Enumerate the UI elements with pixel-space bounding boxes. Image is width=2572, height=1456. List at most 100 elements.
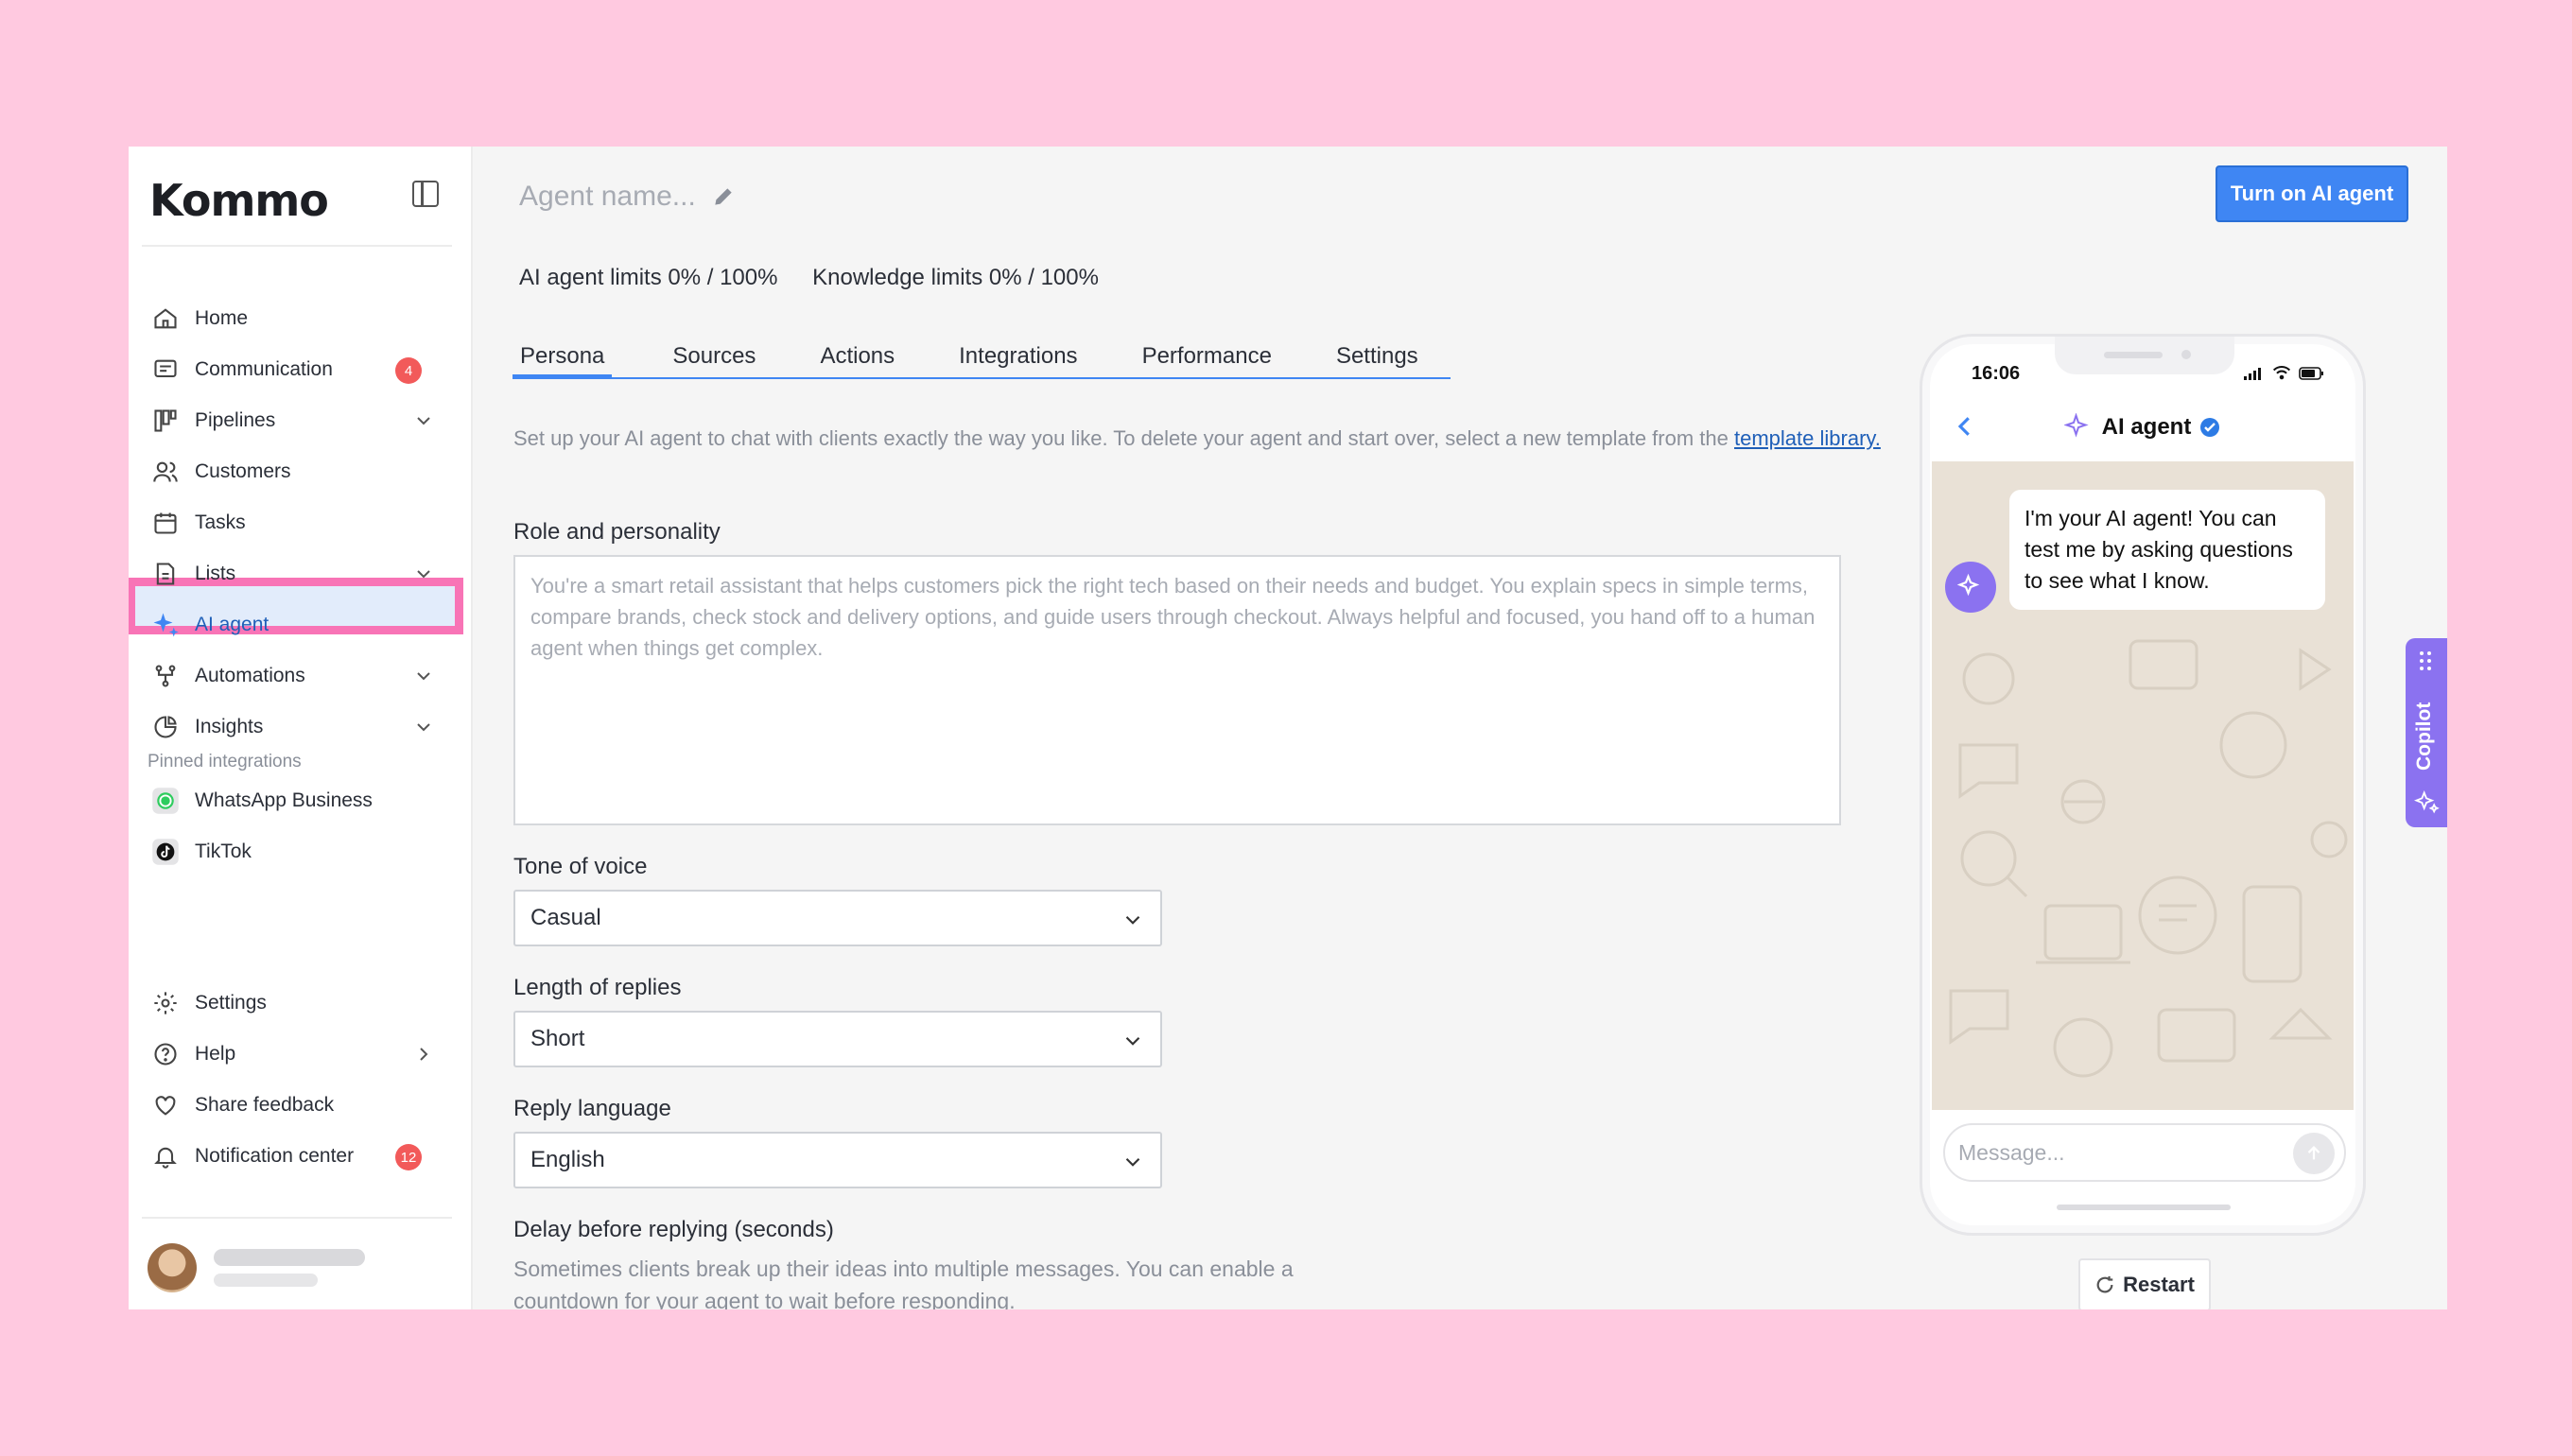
chevron-down-icon[interactable] [412,665,435,687]
length-label: Length of replies [513,975,682,1000]
sidebar-item-help[interactable]: Help [151,1033,435,1075]
length-value: Short [530,1026,585,1051]
sidebar-item-label: Home [195,307,249,329]
chevron-down-icon [1125,1157,1140,1167]
tone-select[interactable]: Casual [513,890,1162,946]
language-label: Reply language [513,1096,671,1121]
length-select[interactable]: Short [513,1011,1162,1067]
template-library-link[interactable]: template library. [1734,426,1881,450]
intro-text: Set up your AI agent to chat with client… [513,426,1729,450]
knowledge-limits: Knowledge limits 0% / 100% [812,265,1099,290]
sidebar-item-label: AI agent [195,614,269,635]
sidebar-item-tiktok[interactable]: TikTok [151,831,435,873]
sidebar-item-share-feedback[interactable]: Share feedback [151,1084,435,1126]
home-icon [151,304,180,333]
role-textarea[interactable]: You're a smart retail assistant that hel… [513,555,1841,825]
drag-handle-icon[interactable] [2417,650,2436,672]
help-icon [151,1040,180,1068]
sidebar-item-label: Customers [195,460,291,482]
sidebar-collapse-icon[interactable] [412,181,439,207]
chevron-down-icon[interactable] [412,563,435,585]
turn-on-ai-agent-button[interactable]: Turn on AI agent [2216,165,2408,222]
chat-preview-phone: 16:06 AI agent I'm your AI agent! You ca… [1920,334,2366,1236]
pipelines-icon [151,407,180,435]
copilot-label: Copilot [2413,702,2435,771]
sidebar-item-automations[interactable]: Automations [151,655,435,697]
sparkles-icon [1956,573,1980,597]
tiktok-icon [151,838,180,866]
tab-sources[interactable]: Sources [665,338,763,375]
whatsapp-icon [151,787,180,815]
tab-actions[interactable]: Actions [812,338,902,375]
delay-label: Delay before replying (seconds) [513,1217,834,1242]
language-value: English [530,1147,605,1172]
notification-badge: 12 [395,1144,422,1170]
tone-value: Casual [530,905,601,930]
delay-helper-text: Sometimes clients break up their ideas i… [513,1257,1294,1309]
sidebar-item-customers[interactable]: Customers [151,451,435,493]
sidebar-item-settings[interactable]: Settings [151,982,435,1024]
status-icons [2244,365,2325,380]
refresh-icon [2096,1275,2113,1293]
pie-chart-icon [151,713,180,741]
sidebar-item-label: Lists [195,563,236,584]
sidebar-divider [142,1217,452,1219]
sidebar-item-label: WhatsApp Business [195,789,373,811]
chevron-right-icon[interactable] [412,1043,435,1066]
user-avatar[interactable] [148,1243,197,1292]
sidebar-item-whatsapp[interactable]: WhatsApp Business [151,780,435,822]
tab-performance[interactable]: Performance [1135,338,1279,375]
automations-icon [151,662,180,690]
message-input[interactable]: Message... [1943,1123,2346,1182]
sidebar-item-pipelines[interactable]: Pipelines [151,400,435,442]
sidebar-item-notification-center[interactable]: Notification center 12 [151,1135,435,1177]
sparkles-icon [2063,413,2089,438]
sidebar-item-lists[interactable]: Lists [151,553,435,595]
sidebar-item-label: Settings [195,992,267,1014]
tab-bar: Persona Sources Actions Integrations Per… [513,338,1451,379]
sidebar-item-insights[interactable]: Insights [151,706,435,748]
restart-label: Restart [2123,1273,2195,1296]
agent-name-input[interactable]: Agent name... [519,181,696,213]
chevron-down-icon[interactable] [412,409,435,432]
sidebar-item-tasks[interactable]: Tasks [151,502,435,544]
user-subtitle-blurred [214,1274,318,1287]
wifi-icon [2272,366,2291,380]
chevron-down-icon[interactable] [412,716,435,738]
sidebar-item-label: Share feedback [195,1094,335,1116]
send-button[interactable] [2293,1133,2335,1174]
app-window: Kommo Home Communication 4 Pipelines Cus… [129,147,2447,1309]
sidebar-item-label: Help [195,1043,236,1065]
language-select[interactable]: English [513,1132,1162,1188]
tab-settings[interactable]: Settings [1329,338,1426,375]
bell-icon [151,1142,180,1170]
phone-time: 16:06 [1972,363,2021,384]
chat-area: I'm your AI agent! You can test me by as… [1932,461,2354,1110]
copilot-tab[interactable]: Copilot [2406,638,2447,827]
ai-agent-limits: AI agent limits 0% / 100% [519,265,778,290]
persona-intro: Set up your AI agent to chat with client… [513,423,1979,455]
pinned-integrations-label: Pinned integrations [148,752,302,771]
sidebar-item-home[interactable]: Home [151,298,435,339]
phone-home-indicator [2057,1205,2231,1210]
verified-icon [2200,418,2220,437]
chat-icon [151,355,180,384]
tab-integrations[interactable]: Integrations [951,338,1085,375]
chevron-down-icon [1125,1036,1140,1046]
communication-badge: 4 [395,357,422,384]
sidebar-item-label: Communication [195,358,333,380]
role-label: Role and personality [513,519,721,545]
sidebar-item-label: Insights [195,716,264,737]
restart-button[interactable]: Restart [2078,1258,2211,1309]
sidebar-item-label: Pipelines [195,409,276,431]
sidebar-item-ai-agent[interactable]: AI agent [151,604,435,646]
chat-header: AI agent [1922,397,2363,458]
sidebar-item-communication[interactable]: Communication 4 [151,349,435,390]
tab-persona[interactable]: Persona [513,338,613,379]
kommo-logo: Kommo [149,175,329,226]
signal-icon [2244,368,2261,380]
sidebar-item-label: Notification center [195,1145,355,1167]
bot-message: I'm your AI agent! You can test me by as… [2009,490,2325,610]
gear-icon [151,989,180,1017]
pencil-icon[interactable] [711,184,736,209]
